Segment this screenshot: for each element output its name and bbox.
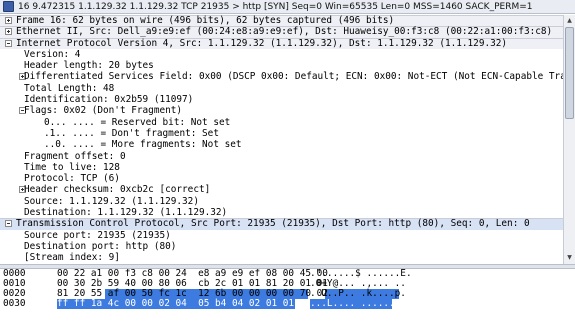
tree-row-label: Time to live: 128	[24, 161, 120, 173]
collapse-icon[interactable]	[5, 39, 12, 47]
tree-row[interactable]: Identification: 0x2b59 (11097)	[0, 94, 563, 105]
app-icon	[3, 1, 14, 12]
tree-row-label: Flags: 0x02 (Don't Fragment)	[24, 105, 183, 117]
tree-row[interactable]: Protocol: TCP (6)	[0, 173, 563, 184]
tree-row-label: ..0. .... = More fragments: Not set	[44, 139, 242, 151]
tree-row[interactable]: Destination port: http (80)	[0, 241, 563, 252]
tree-row-label: [Stream index: 9]	[24, 252, 120, 264]
expand-icon[interactable]	[5, 28, 12, 36]
protocol-header-row[interactable]: Frame 16: 62 bytes on wire (496 bits), 6…	[0, 15, 563, 27]
tree-row[interactable]: 0... .... = Reserved bit: Not set	[0, 117, 563, 128]
window-title: 16 9.472315 1.1.129.32 1.1.129.32 TCP 21…	[18, 1, 533, 12]
tree-row-label: Protocol: TCP (6)	[24, 173, 120, 185]
tree-row-label: .1.. .... = Don't fragment: Set	[44, 127, 219, 139]
tree-row-label: Identification: 0x2b59 (11097)	[24, 94, 194, 106]
scroll-down-icon[interactable]: ▼	[565, 253, 574, 263]
tree-row-label: Fragment offset: 0	[24, 150, 126, 162]
tree-row-label: Source: 1.1.129.32 (1.1.129.32)	[24, 195, 199, 207]
tree-row-label: Destination port: http (80)	[24, 240, 177, 252]
scroll-up-icon[interactable]: ▲	[565, 16, 574, 26]
tree-row[interactable]: Destination: 1.1.129.32 (1.1.129.32)	[0, 207, 563, 218]
tree-row-label: Internet Protocol Version 4, Src: 1.1.12…	[16, 37, 508, 49]
tree-row[interactable]: [Stream index: 9]	[0, 252, 563, 263]
details-scrollbar[interactable]: ▲ ▼	[563, 15, 575, 264]
tree-row[interactable]: Flags: 0x02 (Don't Fragment)	[0, 105, 563, 116]
tree-row[interactable]: Version: 4	[0, 49, 563, 60]
tree-row-label: Total Length: 48	[24, 82, 115, 94]
tree-row-label: Destination: 1.1.129.32 (1.1.129.32)	[24, 207, 228, 219]
tree-row-label: Source port: 21935 (21935)	[24, 229, 171, 241]
tree-row-label: Header length: 20 bytes	[24, 60, 154, 72]
hex-ascii: ...L.... ......	[310, 298, 395, 309]
tree-row[interactable]: .1.. .... = Don't fragment: Set	[0, 128, 563, 139]
tree-row[interactable]: Header checksum: 0xcb2c [correct]	[0, 184, 563, 195]
protocol-header-row[interactable]: Internet Protocol Version 4, Src: 1.1.12…	[0, 37, 563, 49]
hex-offset: 0030	[3, 298, 26, 309]
scrollbar-thumb[interactable]	[565, 27, 574, 119]
tree-row[interactable]: Time to live: 128	[0, 162, 563, 173]
tree-row[interactable]: Fragment offset: 0	[0, 151, 563, 162]
hex-bytes: ff ff 1a 4c 00 00 02 04 05 b4 04 02 01 0…	[57, 298, 295, 309]
tree-row-label: Version: 4	[24, 48, 81, 60]
protocol-header-row[interactable]: Transmission Control Protocol, Src Port:…	[0, 218, 563, 230]
title-bar: 16 9.472315 1.1.129.32 1.1.129.32 TCP 21…	[0, 0, 575, 14]
expand-icon[interactable]	[5, 17, 12, 24]
tree-row-label: Differentiated Services Field: 0x00 (DSC…	[24, 71, 563, 83]
protocol-header-row[interactable]: Ethernet II, Src: Dell_a9:e9:ef (00:24:e…	[0, 26, 563, 38]
tree-row[interactable]: Source port: 21935 (21935)	[0, 230, 563, 241]
tree-row[interactable]: Source: 1.1.129.32 (1.1.129.32)	[0, 196, 563, 207]
tree-row[interactable]: Differentiated Services Field: 0x00 (DSC…	[0, 71, 563, 82]
packet-details-pane[interactable]: Frame 16: 62 bytes on wire (496 bits), 6…	[0, 15, 563, 264]
tree-row-label: 0... .... = Reserved bit: Not set	[44, 116, 231, 128]
tree-row[interactable]: Total Length: 48	[0, 83, 563, 94]
collapse-icon[interactable]	[5, 220, 12, 228]
tree-row-label: Transmission Control Protocol, Src Port:…	[16, 218, 530, 230]
hex-row[interactable]: 0030 ff ff 1a 4c 00 00 02 04 05 b4 04 02 …	[0, 299, 575, 309]
tree-row-label: Ethernet II, Src: Dell_a9:e9:ef (00:24:e…	[16, 26, 553, 38]
tree-row-label: Frame 16: 62 bytes on wire (496 bits), 6…	[16, 15, 395, 26]
packet-bytes-pane[interactable]: 0000 00 22 a1 00 f3 c8 00 24 e8 a9 e9 ef …	[0, 269, 575, 322]
tree-row[interactable]: Header length: 20 bytes	[0, 60, 563, 71]
tree-row[interactable]: ..0. .... = More fragments: Not set	[0, 139, 563, 150]
tree-row-label: Header checksum: 0xcb2c [correct]	[24, 184, 211, 196]
